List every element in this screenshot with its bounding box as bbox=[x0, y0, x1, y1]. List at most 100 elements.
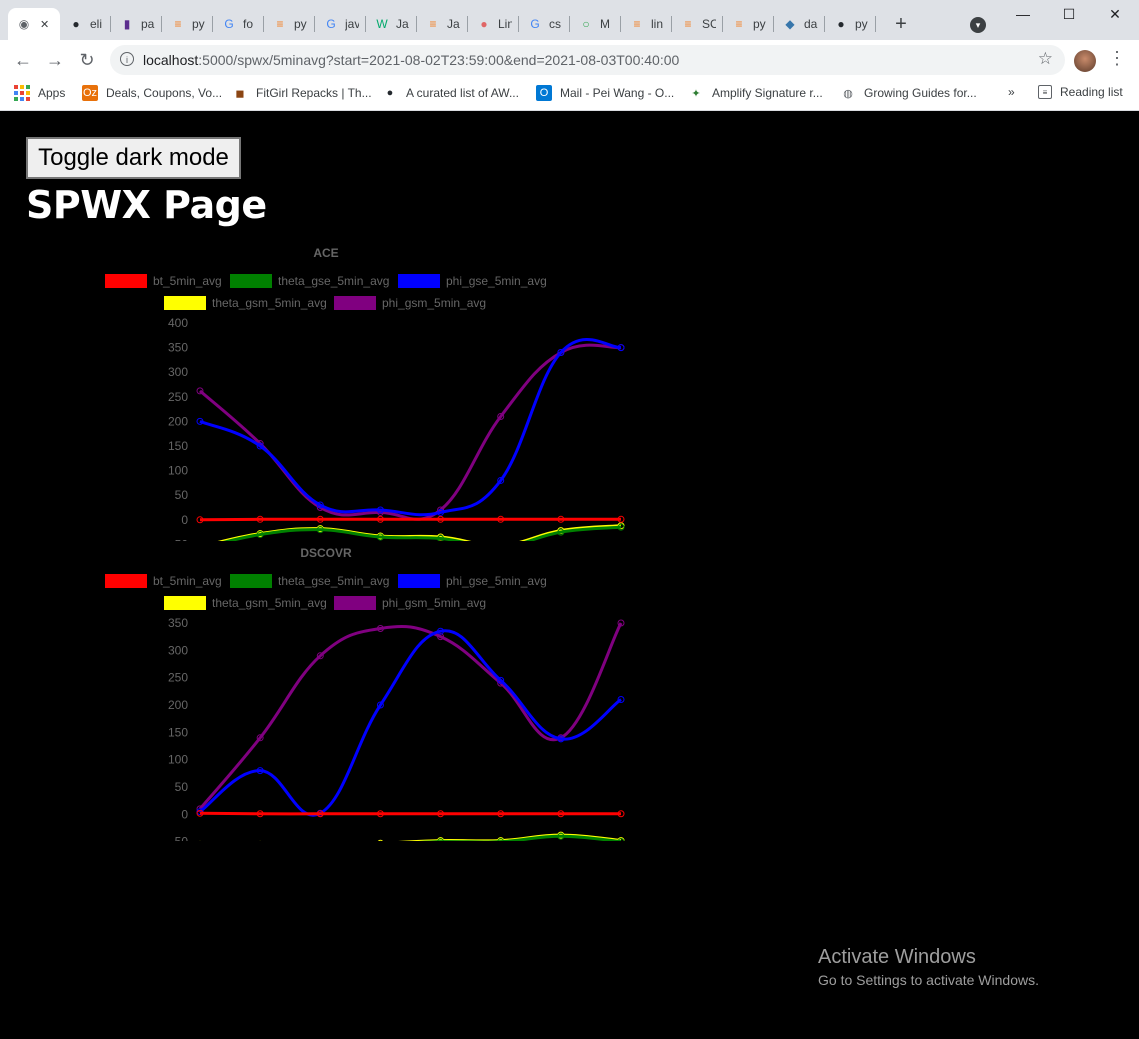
browser-tab[interactable]: ≡ py bbox=[162, 8, 213, 40]
google-icon: G bbox=[224, 17, 234, 31]
minimize-icon[interactable]: — bbox=[1000, 6, 1046, 22]
legend-label: theta_gse_5min_avg bbox=[278, 574, 389, 588]
y-tick-label: 350 bbox=[168, 341, 188, 355]
bookmark-star-icon[interactable]: ☆ bbox=[1038, 49, 1053, 69]
dscovr-chart: DSCOVR bt_5min_avg theta_gse_5min_avg phi_g… bbox=[105, 546, 625, 841]
browser-tab[interactable]: ● Lin bbox=[468, 8, 519, 40]
legend-swatch bbox=[334, 296, 376, 310]
browser-tab[interactable]: ≡ Ja bbox=[417, 8, 468, 40]
browser-tab[interactable]: ▮ pa bbox=[111, 8, 162, 40]
link-icon: ● bbox=[480, 17, 488, 31]
browser-tab[interactable]: ◉ ✕ bbox=[8, 8, 60, 40]
y-tick-label: 300 bbox=[168, 365, 188, 379]
tab-label: Lin bbox=[498, 17, 512, 31]
bookmark-label: Growing Guides for... bbox=[864, 86, 977, 100]
site-info-icon[interactable]: i bbox=[120, 52, 134, 66]
apps-icon bbox=[14, 85, 30, 101]
tab-search-icon[interactable]: ▾ bbox=[970, 17, 986, 33]
globe-icon: ◍ bbox=[843, 87, 853, 100]
address-bar[interactable]: i localhost:5000/spwx/5minavg?start=2021… bbox=[110, 45, 1065, 75]
bookmark-item[interactable]: ◍ Growing Guides for... bbox=[840, 85, 977, 101]
legend-label: phi_gse_5min_avg bbox=[446, 574, 547, 588]
tab-label: M bbox=[600, 17, 610, 31]
legend-label: bt_5min_avg bbox=[153, 574, 222, 588]
browser-tab[interactable]: ○ M bbox=[570, 8, 621, 40]
profile-avatar[interactable] bbox=[1074, 50, 1096, 72]
more-bookmarks-label: » bbox=[1008, 85, 1015, 99]
y-tick-label: 0 bbox=[181, 513, 188, 527]
bookmark-item[interactable]: ● A curated list of AW... bbox=[382, 85, 519, 101]
bookmark-item[interactable]: O Mail - Pei Wang - O... bbox=[536, 85, 674, 101]
tab-label: Ja bbox=[396, 17, 409, 31]
google-icon: G bbox=[326, 17, 336, 31]
browser-tab[interactable]: ◆ da bbox=[774, 8, 825, 40]
bookmark-item[interactable]: ◼ FitGirl Repacks | Th... bbox=[232, 85, 372, 101]
page-title: SPWX Page bbox=[26, 183, 267, 227]
back-icon[interactable]: ← bbox=[12, 50, 34, 70]
bookmarks-bar: Apps Oz Deals, Coupons, Vo... ◼ FitGirl Repa… bbox=[0, 80, 1139, 111]
browser-tab[interactable]: ≡ py bbox=[723, 8, 774, 40]
close-window-icon[interactable]: ✕ bbox=[1092, 6, 1138, 23]
outlook-icon: O bbox=[536, 85, 552, 101]
github-icon: ● bbox=[386, 87, 394, 99]
tab-label: eli bbox=[90, 17, 103, 31]
bookmark-item[interactable]: ✦ Amplify Signature r... bbox=[688, 85, 822, 101]
url-path: :5000/spwx/5minavg?start=2021-08-02T23:5… bbox=[198, 52, 680, 68]
tab-label: py bbox=[855, 17, 868, 31]
stackoverflow-icon: ≡ bbox=[684, 17, 692, 31]
browser-tab[interactable]: ≡ py bbox=[264, 8, 315, 40]
pa-icon: ▮ bbox=[123, 17, 131, 31]
legend-label: phi_gsm_5min_avg bbox=[382, 596, 486, 610]
browser-tab[interactable]: Gfo bbox=[213, 8, 264, 40]
bookmark-label: Deals, Coupons, Vo... bbox=[106, 86, 223, 100]
w3-icon: W bbox=[376, 17, 388, 31]
legend-swatch bbox=[105, 574, 147, 588]
reload-icon[interactable]: ↻ bbox=[76, 50, 98, 70]
legend-label: theta_gse_5min_avg bbox=[278, 274, 389, 288]
y-tick-label: 150 bbox=[168, 439, 188, 453]
tab-separator bbox=[875, 16, 876, 32]
forward-icon[interactable]: → bbox=[44, 50, 66, 70]
y-tick-label: 50 bbox=[175, 780, 189, 794]
tab-label: SC bbox=[702, 17, 716, 31]
series-line-phi_gse_5min_avg bbox=[199, 629, 622, 817]
reading-list-button[interactable]: ≡ Reading list bbox=[1038, 85, 1123, 99]
browser-tab[interactable]: Gcs bbox=[519, 8, 570, 40]
maximize-icon[interactable]: ☐ bbox=[1046, 6, 1092, 23]
stackoverflow-icon: ≡ bbox=[276, 17, 284, 31]
menu-kebab-icon[interactable]: ⋮ bbox=[1108, 48, 1126, 69]
y-tick-label: 100 bbox=[168, 753, 188, 767]
close-tab-icon[interactable]: ✕ bbox=[40, 18, 49, 31]
tab-label: pa bbox=[141, 17, 155, 31]
bookmark-item[interactable]: Oz Deals, Coupons, Vo... bbox=[82, 85, 222, 101]
url-text[interactable]: localhost:5000/spwx/5minavg?start=2021-0… bbox=[143, 52, 679, 68]
browser-tab[interactable]: ≡ SC bbox=[672, 8, 723, 40]
python-icon: ◆ bbox=[785, 17, 795, 31]
series-line-phi_gse_5min_avg bbox=[199, 338, 622, 517]
y-tick-label: 250 bbox=[168, 390, 188, 404]
legend-swatch bbox=[164, 296, 206, 310]
legend-swatch bbox=[105, 274, 147, 288]
series-line-phi_gsm_5min_avg bbox=[199, 343, 622, 521]
legend-label: theta_gsm_5min_avg bbox=[212, 596, 327, 610]
legend-swatch bbox=[164, 596, 206, 610]
browser-tab[interactable]: ≡ lin bbox=[621, 8, 672, 40]
stackoverflow-icon: ≡ bbox=[633, 17, 641, 31]
google-icon: G bbox=[530, 17, 540, 31]
bookmark-label: FitGirl Repacks | Th... bbox=[256, 86, 372, 100]
y-tick-label: 350 bbox=[168, 616, 188, 630]
browser-tab[interactable]: ● eli bbox=[60, 8, 111, 40]
tab-label: da bbox=[804, 17, 818, 31]
new-tab-button[interactable]: + bbox=[890, 14, 912, 34]
tab-label: lin bbox=[651, 17, 664, 31]
browser-tab[interactable]: Gjav bbox=[315, 8, 366, 40]
toggle-dark-mode-button[interactable]: Toggle dark mode bbox=[26, 137, 241, 179]
chart-title: ACE bbox=[313, 246, 338, 260]
tab-label: fo bbox=[243, 17, 254, 31]
legend-swatch bbox=[398, 274, 440, 288]
browser-tab[interactable]: ● py bbox=[825, 8, 876, 40]
bookmark-item[interactable]: Apps bbox=[14, 85, 65, 101]
tab-label: py bbox=[294, 17, 307, 31]
more-bookmarks-button[interactable]: » bbox=[1008, 85, 1015, 99]
browser-tab[interactable]: W Ja bbox=[366, 8, 417, 40]
